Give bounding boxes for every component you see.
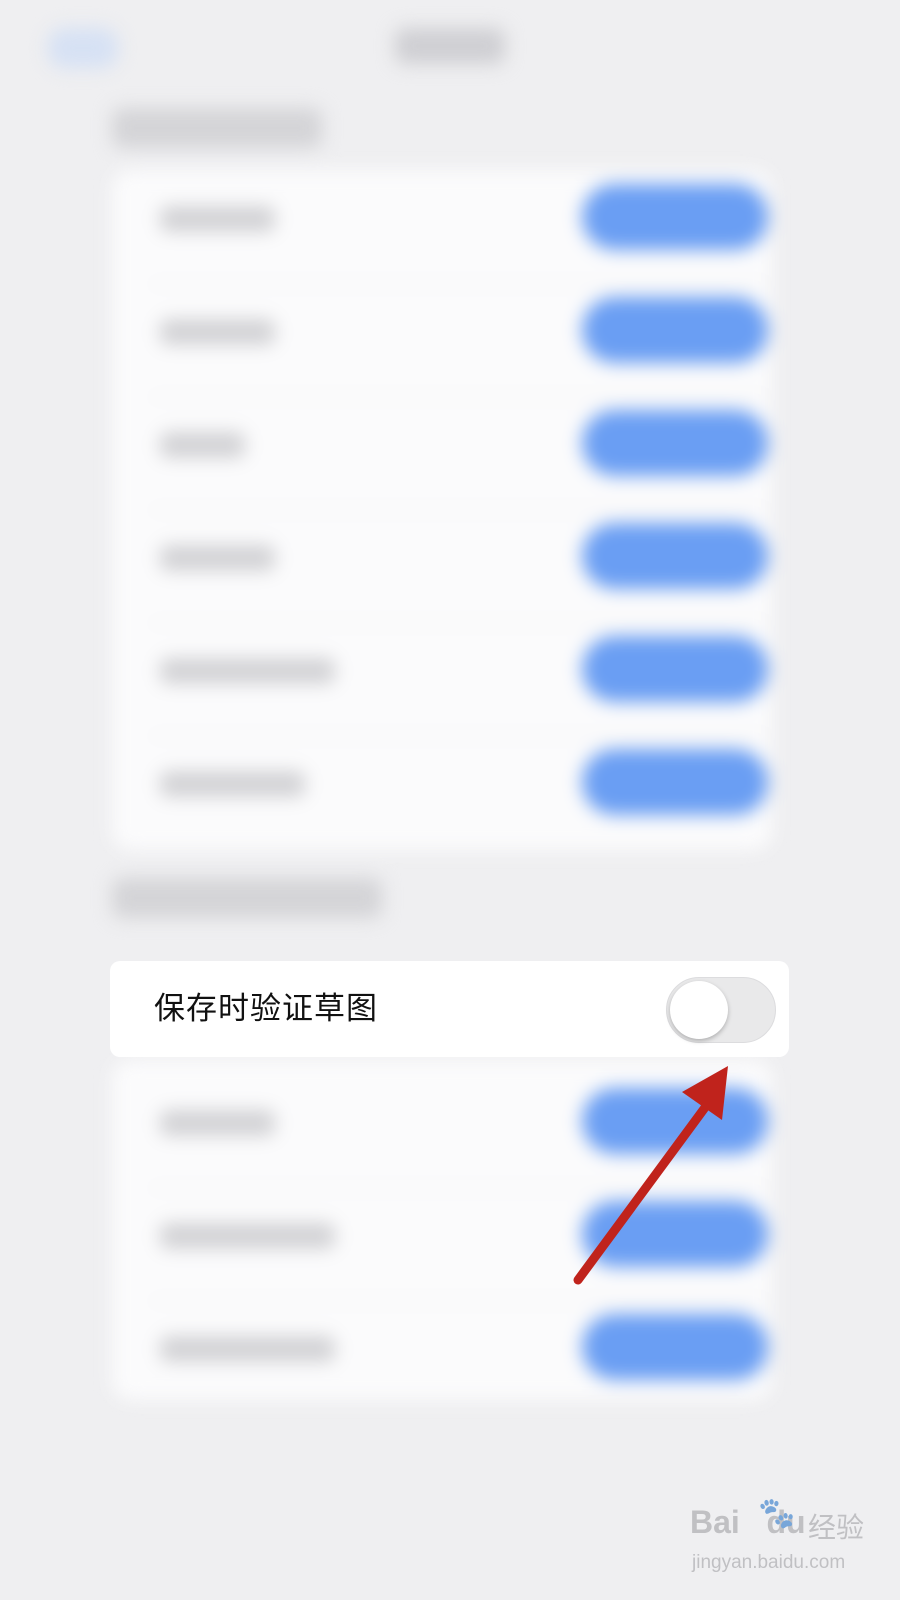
verify-sketch-on-save-label: 保存时验证草图	[154, 991, 378, 1027]
page-title	[395, 28, 505, 64]
setting-label	[160, 545, 275, 571]
baidu-jingyan-watermark: Bai du 🐾 经验 jingyan.baidu.com	[690, 1496, 880, 1590]
setting-button[interactable]	[582, 297, 768, 363]
row-divider	[150, 1187, 770, 1189]
setting-button[interactable]	[582, 410, 768, 476]
verify-sketch-on-save-row[interactable]: 保存时验证草图	[110, 961, 789, 1057]
setting-label	[160, 1336, 335, 1362]
setting-label	[160, 319, 275, 345]
setting-button[interactable]	[582, 1201, 768, 1267]
watermark-url: jingyan.baidu.com	[692, 1552, 846, 1573]
setting-label	[160, 206, 275, 232]
row-divider	[150, 1300, 770, 1302]
setting-label	[160, 432, 245, 458]
watermark-title: 经验	[808, 1511, 865, 1544]
setting-button[interactable]	[582, 1314, 768, 1380]
setting-label	[160, 1110, 275, 1136]
row-divider	[150, 735, 770, 737]
verify-sketch-on-save-toggle[interactable]	[666, 977, 776, 1043]
setting-label	[160, 771, 305, 797]
row-divider	[150, 622, 770, 624]
setting-button[interactable]	[582, 749, 768, 815]
setting-button[interactable]	[582, 1088, 768, 1154]
section-header	[112, 108, 322, 148]
setting-button[interactable]	[582, 636, 768, 702]
paw-icon: 🐾	[758, 1496, 796, 1531]
blurred-settings-background	[0, 0, 900, 1600]
section-header	[112, 878, 382, 918]
row-divider	[150, 509, 770, 511]
setting-button[interactable]	[582, 523, 768, 589]
back-button[interactable]	[48, 28, 118, 68]
row-divider	[150, 396, 770, 398]
row-divider	[150, 283, 770, 285]
setting-label	[160, 1223, 335, 1249]
setting-button[interactable]	[582, 184, 768, 250]
toggle-knob	[670, 981, 728, 1039]
setting-label	[160, 658, 335, 684]
